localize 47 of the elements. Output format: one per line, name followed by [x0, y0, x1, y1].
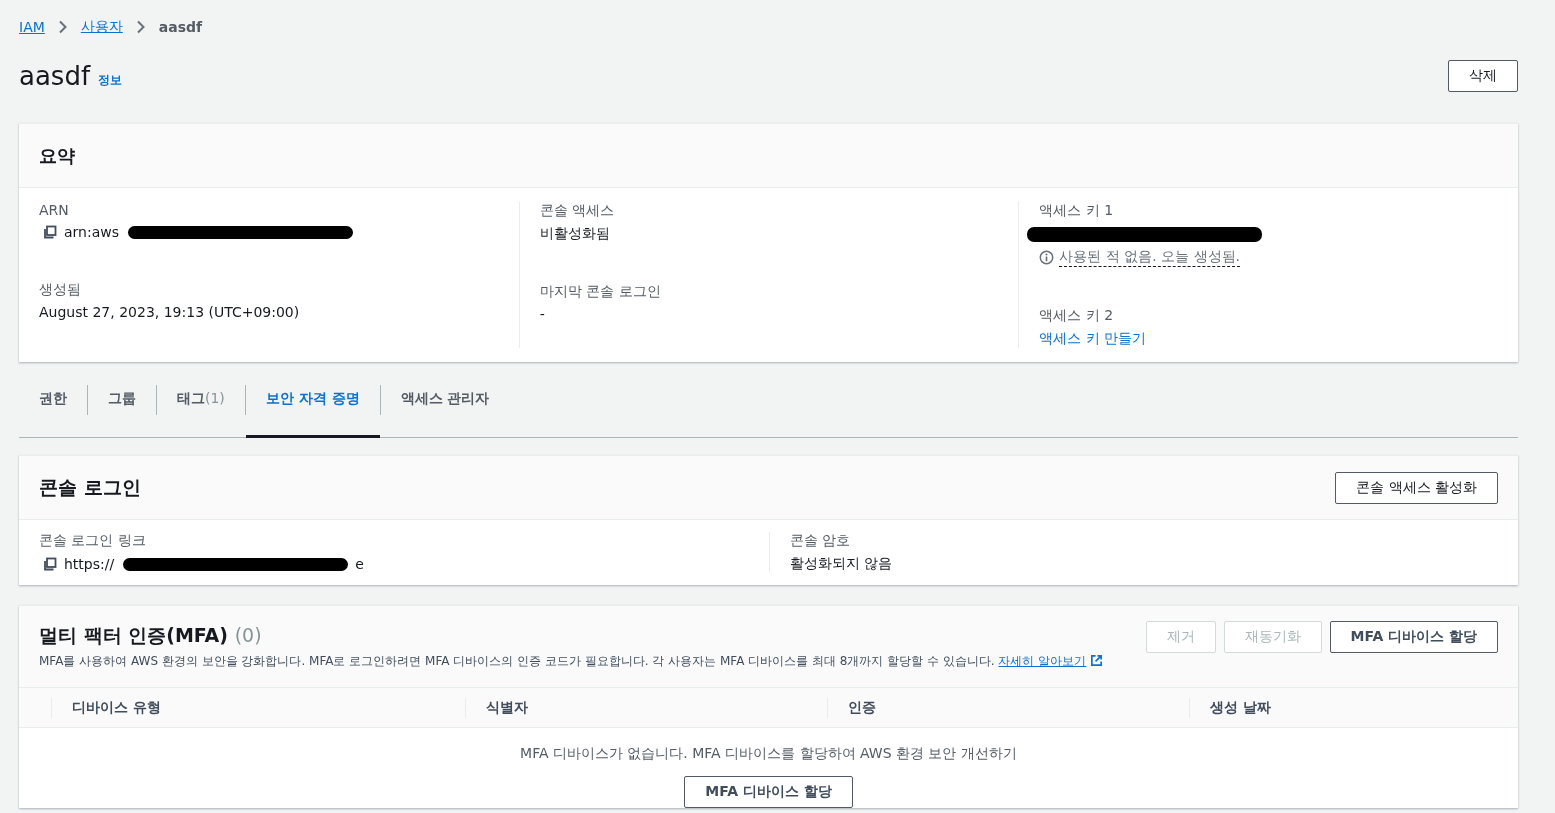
field-label: 액세스 키 1 — [1039, 202, 1115, 220]
section-title: 콘솔 로그인 — [39, 474, 141, 500]
field-value: - — [539, 306, 546, 324]
copy-icon[interactable] — [43, 225, 57, 239]
tab[interactable]: 보안 자격 증명 — [245, 362, 380, 438]
info-link[interactable]: 정보 — [98, 71, 123, 89]
section-title: 요약 — [39, 143, 75, 168]
field-value: 비활성화됨 — [539, 225, 611, 243]
page-title: aasdf — [19, 61, 91, 91]
field-value: e — [355, 556, 364, 572]
tab[interactable]: 그룹 — [88, 362, 156, 438]
learn-more-link[interactable]: 자세히 알아보기 — [998, 654, 1104, 668]
field-value: August 27, 2023, 19:13 (UTC+09:00) — [39, 304, 301, 322]
external-link-icon — [1090, 654, 1104, 667]
info-icon — [1039, 250, 1055, 265]
breadcrumb-link[interactable]: 사용자 — [80, 18, 123, 36]
empty-message: MFA 디바이스가 없습니다. MFA 디바이스를 할당하여 AWS 환경 보안 개선하기 — [520, 745, 1017, 763]
access-key-status[interactable]: 사용된 적 없음. 오늘 생성됨. — [1059, 248, 1241, 267]
chevron-right-icon — [135, 20, 146, 34]
tab[interactable]: 권한 — [19, 362, 87, 438]
field-value: 활성화되지 않음 — [789, 555, 893, 573]
create-access-key-link[interactable]: 액세스 키 만들기 — [1039, 330, 1147, 346]
field-label: 콘솔 로그인 링크 — [39, 532, 147, 550]
section-title: 멀티 팩터 인증(MFA) (0) — [39, 623, 263, 648]
field-value: arn:aws — [64, 224, 119, 240]
tab[interactable]: 태그(1) — [157, 362, 245, 438]
tab[interactable]: 액세스 관리자 — [380, 362, 510, 438]
field-label: 콘솔 암호 — [789, 532, 851, 550]
column-header: 생성 날짜 — [1210, 698, 1271, 717]
field-label: 생성됨 — [39, 281, 82, 299]
field-label: 액세스 키 2 — [1039, 307, 1115, 325]
field-label: 콘솔 액세스 — [539, 202, 616, 220]
copy-icon[interactable] — [43, 557, 57, 571]
field-label: 마지막 콘솔 로그인 — [539, 283, 662, 301]
column-header: 식별자 — [486, 698, 528, 717]
field-value: https:// — [64, 556, 115, 572]
enable-console-access-button[interactable]: 콘솔 액세스 활성화 — [1335, 471, 1498, 504]
field-label: ARN — [39, 202, 70, 218]
delete-button[interactable]: 삭제 — [1448, 60, 1518, 92]
chevron-right-icon — [57, 20, 68, 34]
breadcrumb-link[interactable]: IAM — [19, 19, 45, 35]
assign-mfa-button[interactable]: MFA 디바이스 할당 — [684, 776, 853, 808]
mfa-description: MFA를 사용하여 AWS 환경의 보안을 강화합니다. MFA로 로그인하려면 MFA 디바이스의 인증 코드가 필요합니다. 각 사용자는 MFA 디바이스를 최대 8개까지 할당할 수 있습니다. 자세히 알아보기 — [39, 653, 1146, 670]
column-header: 디바이스 유형 — [72, 698, 161, 717]
column-header: 인증 — [848, 698, 876, 717]
breadcrumb-current: aasdf — [158, 19, 203, 35]
mfa-action-button[interactable]: MFA 디바이스 할당 — [1329, 621, 1498, 653]
